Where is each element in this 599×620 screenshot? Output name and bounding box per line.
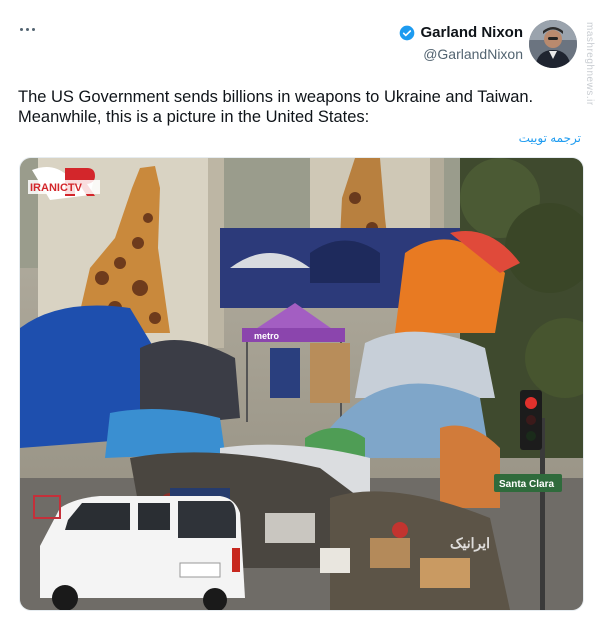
tweet-author[interactable]: Garland Nixon @GarlandNixon: [399, 24, 523, 62]
bottom-watermark: ایرانیک: [450, 535, 490, 552]
tweet-text-line-1: The US Government sends billions in weap…: [18, 88, 534, 106]
translate-tweet-link[interactable]: ترجمه توییت: [519, 131, 581, 145]
tweet-text-line-2: Meanwhile, this is a picture in the Unit…: [18, 108, 370, 126]
canopy-label: metro: [254, 331, 280, 341]
tweet-photo[interactable]: metro Santa Clara IRANICTV ایرانیک: [19, 157, 584, 611]
tweet-text: The US Government sends billions in weap…: [18, 87, 578, 127]
more-options-button[interactable]: [20, 22, 38, 36]
side-watermark: mashreghnews.ir: [584, 22, 595, 106]
verified-badge-icon: [400, 25, 415, 41]
author-name[interactable]: Garland Nixon: [420, 24, 523, 42]
author-avatar[interactable]: [529, 20, 577, 68]
encampment-photo: metro Santa Clara IRANICTV ایرانیک: [20, 158, 583, 610]
svg-text:Santa Clara: Santa Clara: [499, 479, 554, 490]
author-handle[interactable]: @GarlandNixon: [399, 46, 523, 62]
svg-text:IRANICTV: IRANICTV: [30, 182, 83, 194]
white-minivan: [40, 496, 245, 610]
